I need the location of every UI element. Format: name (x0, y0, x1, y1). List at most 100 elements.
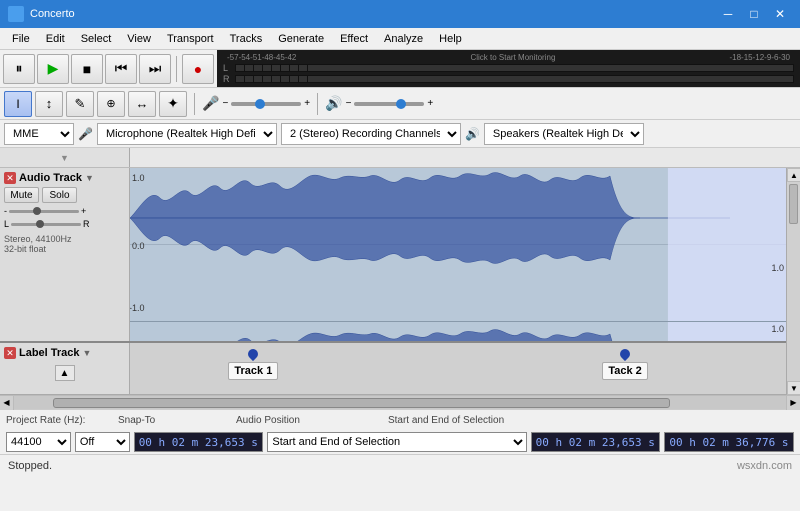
track-info: Stereo, 44100Hz 32-bit float (4, 234, 125, 254)
pause-button[interactable]: ⏸ (3, 54, 35, 84)
vscroll-track (787, 182, 800, 381)
app-title: Concerto (30, 8, 75, 20)
waveform-top-channel (130, 168, 786, 322)
snap-to-label: Snap-To (118, 415, 178, 426)
menu-select[interactable]: Select (73, 31, 120, 47)
hscroll-left-button[interactable]: ◀ (0, 396, 14, 410)
speaker-icon: 🔊 (325, 95, 342, 112)
vu-monitor-label[interactable]: Click to Start Monitoring (296, 53, 729, 62)
label-text-1: Track 1 (228, 362, 278, 380)
project-rate-select[interactable]: 44100 (6, 432, 71, 452)
vu-channel-l: L (223, 63, 794, 73)
draw-tool-button[interactable]: ✎ (66, 91, 94, 117)
vu-num-9: -9 (764, 53, 771, 62)
label-track: ✕ Label Track ▼ ▲ Track 1 Tack 2 (0, 343, 786, 395)
mute-button[interactable]: Mute (4, 187, 39, 203)
bottom-controls: Project Rate (Hz): Snap-To Audio Positio… (0, 409, 800, 454)
label-track-dropdown[interactable]: ▼ (83, 348, 92, 358)
vu-seg (272, 76, 280, 82)
vol-minus-icon: − (222, 98, 228, 109)
ruler-header-label: ▼ (60, 153, 69, 163)
mute-solo-row: Mute Solo (4, 187, 125, 203)
vu-seg (290, 65, 298, 71)
channels-select[interactable]: 2 (Stereo) Recording Channels (281, 123, 461, 145)
hscroll-right-button[interactable]: ▶ (786, 396, 800, 410)
menu-effect[interactable]: Effect (332, 31, 376, 47)
label-track-area[interactable]: Track 1 Tack 2 (130, 343, 786, 394)
hscrollbar: ◀ ▶ (0, 395, 800, 409)
selection-type-select[interactable]: Start and End of Selection (267, 432, 526, 452)
menu-tracks[interactable]: Tracks (222, 31, 271, 47)
zoom-tool-button[interactable]: ⊕ (97, 91, 125, 117)
audio-track-dropdown[interactable]: ▼ (85, 173, 94, 183)
gain-slider[interactable] (9, 210, 79, 213)
vscroll-down-button[interactable]: ▼ (787, 381, 800, 395)
scale-top2: 1.0 (771, 263, 784, 273)
solo-button[interactable]: Solo (42, 187, 77, 203)
play-button[interactable]: ▶ (37, 54, 69, 84)
speaker-device-icon: 🔊 (465, 127, 480, 141)
vu-seg (263, 65, 271, 71)
menu-generate[interactable]: Generate (270, 31, 332, 47)
device-row: MME 🎤 Microphone (Realtek High Defini 2 … (0, 120, 800, 148)
audio-track-close-button[interactable]: ✕ (4, 172, 16, 184)
multi-tool-button[interactable]: ✦ (159, 91, 187, 117)
vu-seg (245, 65, 253, 71)
vu-seg (254, 76, 262, 82)
next-button[interactable]: ⏭ (139, 54, 171, 84)
hscroll-thumb[interactable] (53, 398, 671, 408)
vscroll-thumb[interactable] (789, 184, 798, 224)
tracks-main: ✕ Audio Track ▼ Mute Solo - + L R (0, 168, 786, 395)
audio-track-name: Audio Track (19, 172, 82, 184)
maximize-button[interactable]: □ (742, 3, 766, 25)
label-track-up-button[interactable]: ▲ (55, 365, 75, 381)
host-select[interactable]: MME (4, 123, 74, 145)
timeshift-tool-button[interactable]: ↔ (128, 91, 156, 117)
selection-label: Start and End of Selection (388, 415, 504, 426)
minimize-button[interactable]: ─ (716, 3, 740, 25)
vu-num-3: -3 (778, 53, 785, 62)
scale-top: 1.0 (132, 173, 145, 183)
vu-num-15: -15 (741, 53, 753, 62)
output-device-select[interactable]: Speakers (Realtek High Definiti (484, 123, 644, 145)
stop-button[interactable]: ■ (71, 54, 103, 84)
vu-seg (281, 65, 289, 71)
select-tool-button[interactable]: I (4, 91, 32, 117)
track-info-line2: 32-bit float (4, 244, 125, 254)
audio-waveform-area[interactable]: 1.0 0.0 -1.0 1.0 -1.0 (130, 168, 786, 341)
label-marker-2[interactable]: Tack 2 (602, 349, 647, 380)
label-pin-2 (618, 347, 632, 361)
input-device-select[interactable]: Microphone (Realtek High Defini (97, 123, 277, 145)
prev-button[interactable]: ⏮ (105, 54, 137, 84)
menu-analyze[interactable]: Analyze (376, 31, 431, 47)
vu-seg (299, 76, 307, 82)
output-volume-slider[interactable] (354, 102, 424, 106)
label-track-header: ✕ Label Track ▼ ▲ (0, 343, 130, 394)
status-bar: Stopped. wsxdn.com (0, 454, 800, 476)
tools-input-row: I ↕ ✎ ⊕ ↔ ✦ 🎤 − + 🔊 − + (0, 88, 800, 120)
menu-file[interactable]: File (4, 31, 38, 47)
input-volume-slider[interactable] (231, 102, 301, 106)
envelope-tool-button[interactable]: ↕ (35, 91, 63, 117)
record-button[interactable]: ● (182, 54, 214, 84)
snap-to-select[interactable]: Off (75, 432, 130, 452)
menu-edit[interactable]: Edit (38, 31, 73, 47)
site-label: wsxdn.com (737, 460, 792, 472)
menu-help[interactable]: Help (431, 31, 470, 47)
close-button[interactable]: ✕ (768, 3, 792, 25)
toolbar-separator (176, 56, 177, 82)
track-name-row: ✕ Audio Track ▼ (4, 172, 125, 184)
scale-mid: 0.0 (132, 241, 145, 251)
title-bar: Concerto ─ □ ✕ (0, 0, 800, 28)
tools-sep (194, 93, 195, 115)
label-track-close-button[interactable]: ✕ (4, 347, 16, 359)
pan-right-label: R (83, 219, 90, 229)
label-marker-1[interactable]: Track 1 (228, 349, 278, 380)
pan-row: L R (4, 219, 125, 229)
menu-transport[interactable]: Transport (159, 31, 222, 47)
pan-slider[interactable] (11, 223, 81, 226)
audio-position-display: 00 h 02 m 23,653 s (134, 432, 264, 452)
vscroll-up-button[interactable]: ▲ (787, 168, 800, 182)
audio-track: ✕ Audio Track ▼ Mute Solo - + L R (0, 168, 786, 343)
menu-view[interactable]: View (119, 31, 159, 47)
